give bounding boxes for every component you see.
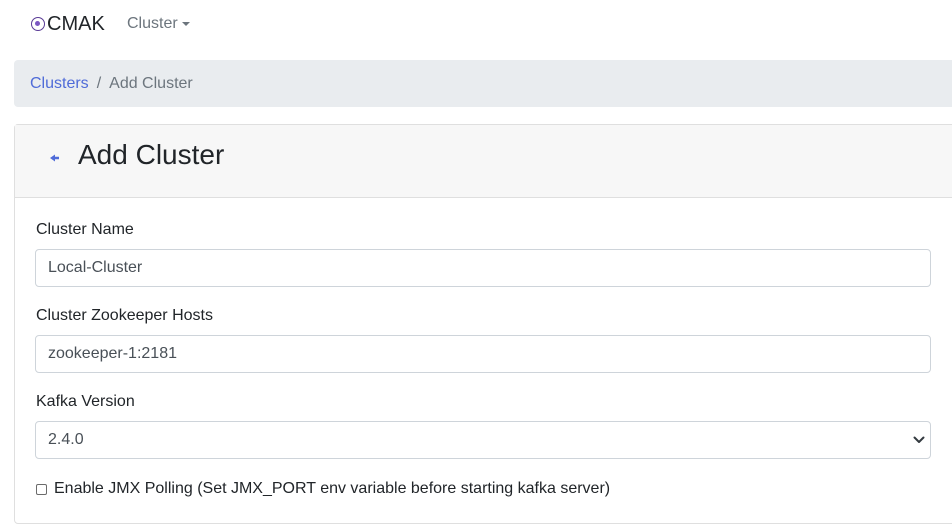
brand-text: CMAK <box>47 13 105 35</box>
back-arrow-icon[interactable] <box>48 151 62 165</box>
chevron-down-icon <box>913 436 925 443</box>
cluster-dropdown-label: Cluster <box>127 15 178 32</box>
breadcrumb-separator: / <box>96 74 102 92</box>
breadcrumb-current: Add Cluster <box>109 74 193 92</box>
cluster-name-label: Cluster Name <box>36 221 134 238</box>
kafka-version-selected: 2.4.0 <box>48 431 84 448</box>
zk-hosts-input[interactable] <box>35 335 931 373</box>
card-header: Add Cluster <box>15 125 952 198</box>
breadcrumb: Clusters / Add Cluster <box>14 60 952 107</box>
add-cluster-card: Add Cluster Cluster Name Cluster Zookeep… <box>14 124 952 524</box>
caret-down-icon <box>181 22 190 26</box>
jmx-polling-label[interactable]: Enable JMX Polling (Set JMX_PORT env var… <box>54 479 610 499</box>
cluster-name-input[interactable] <box>35 249 931 287</box>
jmx-polling-row: Enable JMX Polling (Set JMX_PORT env var… <box>36 479 610 499</box>
jmx-polling-checkbox[interactable] <box>36 483 47 495</box>
cluster-dropdown-toggle[interactable]: Cluster <box>127 14 190 34</box>
kafka-version-label: Kafka Version <box>36 393 135 410</box>
brand-link[interactable]: CMAK <box>31 12 105 36</box>
kafka-version-select[interactable]: 2.4.0 <box>35 421 931 459</box>
page-title: Add Cluster <box>78 139 225 170</box>
breadcrumb-clusters-link[interactable]: Clusters <box>30 75 89 93</box>
cmak-logo-icon <box>31 17 45 31</box>
navbar: CMAK Cluster <box>0 0 952 50</box>
zk-hosts-label: Cluster Zookeeper Hosts <box>36 307 213 324</box>
